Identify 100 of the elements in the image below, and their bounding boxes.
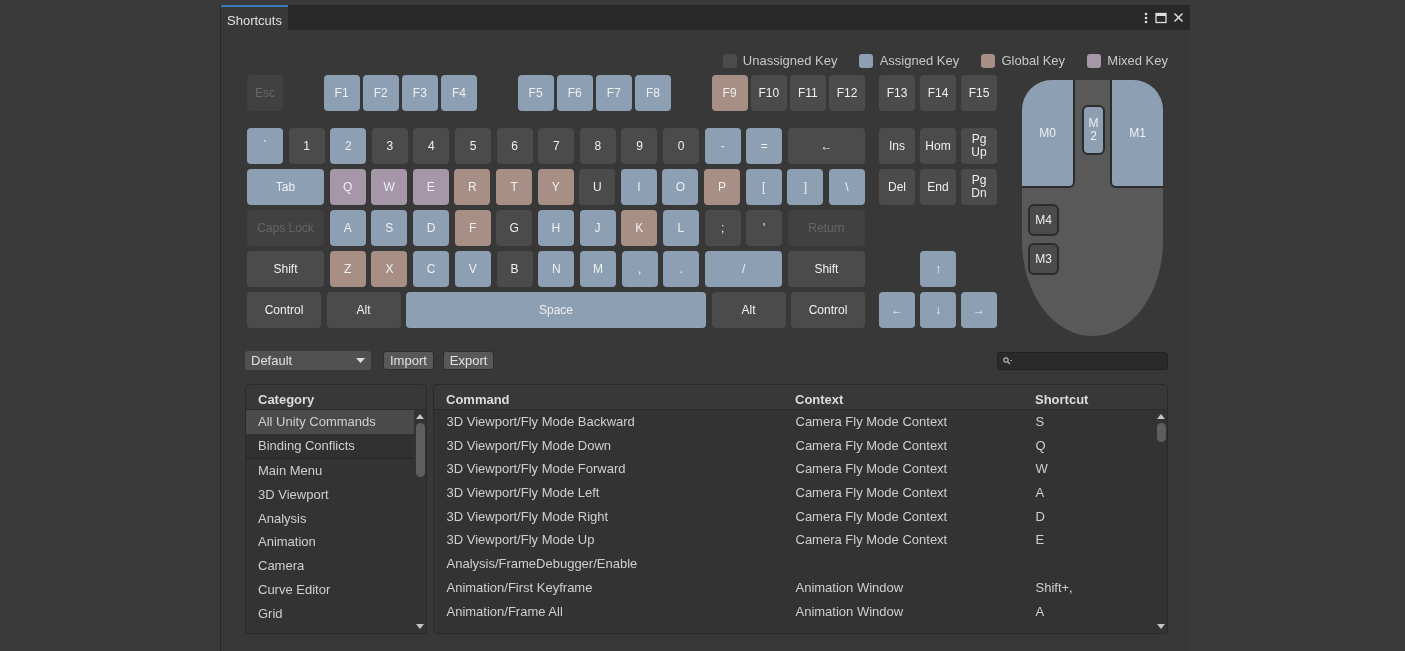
keyboard-key[interactable]: 1 xyxy=(288,128,325,164)
keyboard-key[interactable]: / xyxy=(705,251,783,287)
keyboard-key[interactable]: Shift xyxy=(247,251,324,287)
keyboard-key[interactable]: F7 xyxy=(595,75,632,111)
keyboard-key[interactable]: 2 xyxy=(330,128,367,164)
keyboard-key[interactable]: → xyxy=(961,292,997,328)
keyboard-key[interactable]: G xyxy=(496,210,533,246)
more-icon[interactable] xyxy=(1144,11,1149,24)
close-icon[interactable] xyxy=(1172,12,1184,23)
scrollbar-thumb[interactable] xyxy=(1156,423,1166,442)
keyboard-key[interactable]: C xyxy=(413,251,450,287)
keyboard-key[interactable]: ; xyxy=(704,210,741,246)
keyboard-key[interactable]: Pg Dn xyxy=(961,169,997,205)
keyboard-key[interactable]: L xyxy=(662,210,699,246)
category-item[interactable]: Grid xyxy=(246,601,414,626)
keyboard-key[interactable]: R xyxy=(454,169,491,205)
keyboard-key[interactable]: F13 xyxy=(879,75,915,111)
keyboard-key[interactable]: U xyxy=(579,169,616,205)
scroll-down-icon[interactable] xyxy=(1157,624,1165,629)
search-field[interactable] xyxy=(997,351,1168,370)
keyboard-key[interactable]: , xyxy=(621,251,658,287)
keyboard-key[interactable]: D xyxy=(412,210,449,246)
keyboard-key[interactable]: E xyxy=(412,169,449,205)
window-tab[interactable]: Shortcuts xyxy=(221,5,288,30)
keyboard-key[interactable]: 5 xyxy=(455,128,492,164)
keyboard-key[interactable]: O xyxy=(662,169,699,205)
keyboard-key[interactable]: H xyxy=(537,210,574,246)
keyboard-key[interactable]: W xyxy=(371,169,408,205)
keyboard-key[interactable]: I xyxy=(620,169,657,205)
keyboard-key[interactable]: Shift xyxy=(787,251,865,287)
keyboard-key[interactable]: ↓ xyxy=(920,292,956,328)
keyboard-key[interactable]: 9 xyxy=(621,128,658,164)
keyboard-key[interactable]: ' xyxy=(746,210,783,246)
keyboard-key[interactable]: X xyxy=(371,251,408,287)
keyboard-key[interactable]: F3 xyxy=(401,75,438,111)
keyboard-key[interactable]: M xyxy=(580,251,617,287)
keyboard-key[interactable]: F8 xyxy=(635,75,671,111)
keyboard-key[interactable]: ← xyxy=(879,292,915,328)
keyboard-key[interactable]: - xyxy=(704,128,741,164)
toolbar-button[interactable]: Import xyxy=(383,351,434,370)
keyboard-key[interactable]: B xyxy=(496,251,533,287)
mouse-button[interactable]: M1 xyxy=(1110,80,1163,188)
scroll-down-icon[interactable] xyxy=(416,624,424,629)
keyboard-key[interactable]: Tab xyxy=(247,169,324,205)
category-item[interactable]: All Unity Commands xyxy=(246,410,414,434)
mouse-button[interactable]: M2 xyxy=(1082,105,1105,155)
profile-dropdown[interactable]: Default xyxy=(245,351,371,370)
category-item[interactable]: Curve Editor xyxy=(246,577,414,602)
keyboard-key[interactable]: 0 xyxy=(663,128,700,164)
scroll-up-icon[interactable] xyxy=(1157,414,1165,419)
keyboard-key[interactable]: F11 xyxy=(789,75,826,111)
keyboard-key[interactable]: Space xyxy=(406,292,706,328)
category-item[interactable]: Main Menu xyxy=(246,459,414,484)
keyboard-key[interactable]: ] xyxy=(787,169,824,205)
scroll-up-icon[interactable] xyxy=(416,414,424,419)
keyboard-key[interactable]: K xyxy=(621,210,658,246)
keyboard-key[interactable]: F xyxy=(454,210,491,246)
keyboard-key[interactable]: J xyxy=(579,210,616,246)
keyboard-key[interactable]: N xyxy=(538,251,575,287)
keyboard-key[interactable]: F1 xyxy=(323,75,360,111)
keyboard-key[interactable]: ↑ xyxy=(920,251,956,287)
keyboard-key[interactable]: Q xyxy=(329,169,366,205)
keyboard-key[interactable]: . xyxy=(663,251,700,287)
keyboard-key[interactable]: S xyxy=(371,210,408,246)
keyboard-key[interactable]: V xyxy=(454,251,491,287)
keyboard-key[interactable]: [ xyxy=(745,169,782,205)
keyboard-key[interactable]: End xyxy=(920,169,956,205)
keyboard-key[interactable]: 3 xyxy=(371,128,408,164)
category-item[interactable]: 3D Viewport xyxy=(246,483,414,507)
category-item[interactable]: Analysis xyxy=(246,506,414,531)
keyboard-key[interactable]: Control xyxy=(791,292,865,328)
keyboard-key[interactable]: 8 xyxy=(579,128,616,164)
keyboard-key[interactable]: Del xyxy=(879,169,915,205)
category-item[interactable]: Binding Conflicts xyxy=(246,433,414,458)
mouse-button[interactable]: M3 xyxy=(1028,243,1059,275)
toolbar-button[interactable]: Export xyxy=(442,351,495,370)
keyboard-key[interactable]: ← xyxy=(787,128,865,164)
keyboard-key[interactable]: Y xyxy=(537,169,574,205)
scrollbar-thumb[interactable] xyxy=(415,423,425,477)
category-item[interactable]: Animation xyxy=(246,530,414,555)
keyboard-key[interactable]: A xyxy=(329,210,366,246)
keyboard-key[interactable]: F4 xyxy=(441,75,477,111)
keyboard-key[interactable]: Control xyxy=(247,292,321,328)
keyboard-key[interactable]: 4 xyxy=(413,128,450,164)
keyboard-key[interactable]: F15 xyxy=(961,75,997,111)
mouse-button[interactable]: M4 xyxy=(1028,204,1059,236)
keyboard-key[interactable]: F2 xyxy=(362,75,399,111)
keyboard-key[interactable]: Z xyxy=(329,251,366,287)
keyboard-key[interactable]: F14 xyxy=(920,75,956,111)
keyboard-key[interactable]: P xyxy=(704,169,741,205)
keyboard-key[interactable]: F9 xyxy=(711,75,748,111)
keyboard-key[interactable]: = xyxy=(746,128,783,164)
keyboard-key[interactable]: F10 xyxy=(750,75,787,111)
keyboard-key[interactable]: F12 xyxy=(829,75,865,111)
keyboard-key[interactable]: Alt xyxy=(711,292,786,328)
keyboard-key[interactable]: Ins xyxy=(879,128,915,164)
keyboard-key[interactable]: \ xyxy=(828,169,865,205)
keyboard-key[interactable]: Pg Up xyxy=(961,128,997,164)
keyboard-key[interactable]: ` xyxy=(247,128,283,164)
maximize-icon[interactable] xyxy=(1154,11,1167,24)
